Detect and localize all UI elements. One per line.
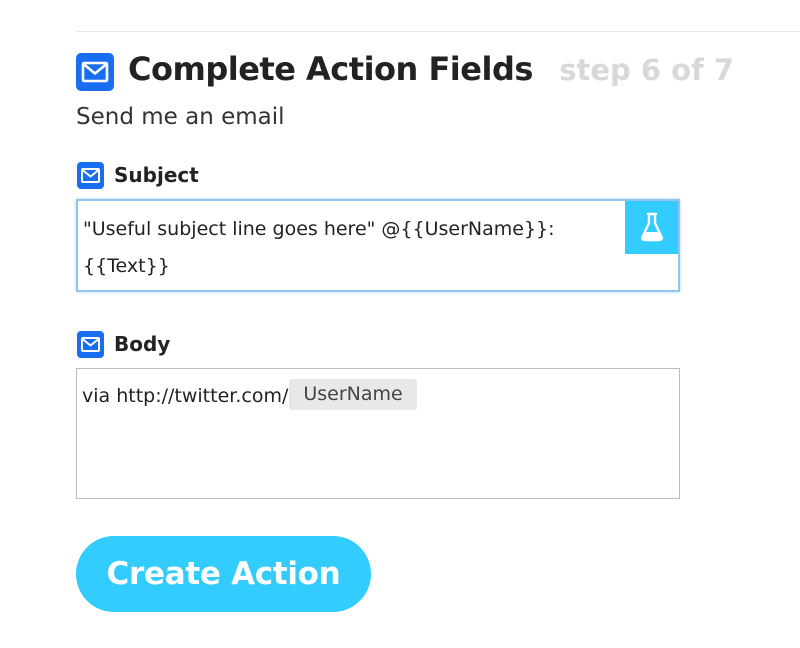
mail-icon: [77, 331, 104, 358]
add-ingredient-button[interactable]: [625, 201, 678, 254]
body-value[interactable]: via http://twitter.com/UserName: [82, 379, 417, 412]
body-field[interactable]: via http://twitter.com/UserName: [76, 368, 680, 499]
action-subtitle: Send me an email: [76, 104, 285, 130]
top-divider: [76, 31, 800, 32]
step-indicator: step 6 of 7: [559, 53, 734, 87]
body-label: Body: [114, 332, 171, 356]
create-action-button[interactable]: Create Action: [76, 536, 371, 612]
subject-label: Subject: [114, 163, 199, 187]
page: Complete Action Fields step 6 of 7 Send …: [0, 0, 800, 648]
subject-value-line-2: {{Text}}: [83, 255, 170, 277]
subject-value[interactable]: "Useful subject line goes here" @{{UserN…: [83, 211, 623, 285]
ingredient-pill[interactable]: UserName: [289, 379, 417, 410]
mail-icon: [77, 162, 104, 189]
flask-icon: [640, 212, 663, 242]
subject-value-line-1: "Useful subject line goes here" @{{UserN…: [83, 218, 555, 240]
mail-icon: [76, 53, 114, 91]
page-title: Complete Action Fields: [128, 50, 533, 88]
body-text-prefix: via http://twitter.com/: [82, 385, 289, 407]
subject-field[interactable]: "Useful subject line goes here" @{{UserN…: [76, 199, 680, 292]
